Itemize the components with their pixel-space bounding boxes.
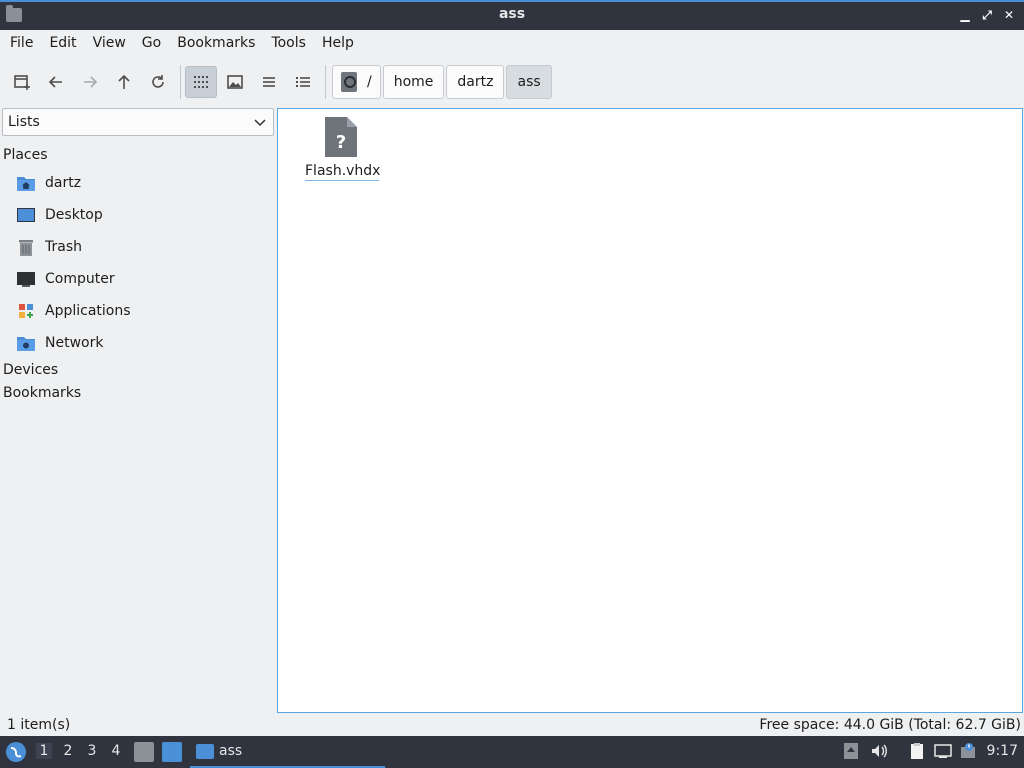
arrow-up-icon [118,74,130,89]
reload-button[interactable] [142,66,174,98]
show-desktop-icon[interactable] [162,742,182,762]
menu-view[interactable]: View [85,35,134,51]
sidebar-item-label: dartz [45,175,82,191]
applications-icon [16,301,36,321]
free-space: Free space: 44.0 GiB (Total: 62.7 GiB) [759,717,1021,733]
desktop-switch-3[interactable]: 3 [84,743,100,759]
bookmarks-header[interactable]: Bookmarks [3,385,81,401]
sidebar: Lists Places dartz Desktop Trash Compute… [0,108,276,712]
crumb-root[interactable]: / [332,65,381,99]
sidebar-item-label: Desktop [45,207,103,223]
menu-file[interactable]: File [2,35,41,51]
desktop-switch-4[interactable]: 4 [108,743,124,759]
icon-view-button[interactable] [185,66,217,98]
eject-icon[interactable] [842,742,860,760]
menu-bookmarks[interactable]: Bookmarks [169,35,263,51]
crumb-home[interactable]: home [382,65,445,99]
image-icon [227,75,243,89]
folder-icon [196,743,214,759]
window-titlebar[interactable]: ass ▁ ⤢ ✕ [0,0,1024,30]
item-count: 1 item(s) [7,717,71,733]
minimize-button[interactable]: ▁ [956,6,974,24]
compact-view-button[interactable] [253,66,285,98]
maximize-button[interactable]: ⤢ [978,6,996,24]
desktop-switch-1[interactable]: 1 [36,743,52,759]
sidebar-item-label: Computer [45,271,115,287]
file-manager-launcher-icon[interactable] [134,742,154,762]
crumb-root-label: / [367,74,372,90]
up-button[interactable] [108,66,140,98]
detail-list-icon [296,77,310,87]
toolbar: / home dartz ass [0,58,1024,106]
start-menu-icon[interactable] [5,741,27,763]
clock[interactable]: 9:17 [987,743,1018,759]
taskbar-window-button[interactable]: ass [190,736,385,768]
sidebar-item-applications[interactable]: Applications [16,298,131,324]
thumbnail-view-button[interactable] [219,66,251,98]
desktop-switch-2[interactable]: 2 [60,743,76,759]
menu-tools[interactable]: Tools [263,35,314,51]
menu-go[interactable]: Go [134,35,169,51]
places-header[interactable]: Places [3,147,48,163]
taskbar-window-label: ass [219,743,243,759]
toolbar-separator [325,65,326,99]
back-button[interactable] [40,66,72,98]
statusbar: 1 item(s) Free space: 44.0 GiB (Total: 6… [0,714,1024,736]
crumb-ass[interactable]: ass [506,65,552,99]
clipboard-icon[interactable] [908,742,926,760]
sidebar-item-label: Applications [45,303,131,319]
sidebar-item-label: Trash [45,239,82,255]
chevron-down-icon [254,119,266,127]
file-view[interactable]: ? Flash.vhdx [277,108,1023,713]
desktop-icon [16,205,36,225]
detail-view-button[interactable] [287,66,319,98]
drive-icon [341,72,357,92]
close-button[interactable]: ✕ [1000,6,1018,24]
sidebar-item-computer[interactable]: Computer [16,266,115,292]
volume-icon[interactable] [870,742,888,760]
menubar: File Edit View Go Bookmarks Tools Help [0,30,1024,56]
sidebar-item-dartz[interactable]: dartz [16,170,81,196]
new-tab-button[interactable] [6,66,38,98]
breadcrumb: / home dartz ass [332,65,552,99]
new-tab-icon [14,75,30,90]
sidebar-item-network[interactable]: Network [16,330,103,356]
crumb-dartz[interactable]: dartz [446,65,505,99]
menu-edit[interactable]: Edit [41,35,84,51]
side-pane-mode-select[interactable]: Lists [2,108,274,136]
arrow-right-icon [84,76,98,88]
reload-icon [152,75,164,88]
list-lines-icon [263,77,275,87]
window-title: ass [498,6,526,22]
network-icon[interactable] [934,742,952,760]
sidebar-item-label: Network [45,335,104,351]
trash-icon [16,237,36,257]
side-pane-mode-value: Lists [8,114,40,130]
devices-header[interactable]: Devices [3,362,58,378]
computer-icon [16,269,36,289]
arrow-left-icon [48,76,62,88]
file-name: Flash.vhdx [305,163,381,181]
svg-text:?: ? [336,132,346,153]
menu-help[interactable]: Help [314,35,362,51]
forward-button[interactable] [74,66,106,98]
toolbar-separator [180,65,181,99]
sidebar-item-trash[interactable]: Trash [16,234,82,260]
network-folder-icon [16,333,36,353]
unknown-file-icon: ? [325,117,357,157]
home-folder-icon [16,173,36,193]
notification-icon[interactable] [960,742,978,760]
sidebar-item-desktop[interactable]: Desktop [16,202,103,228]
taskbar: 1 2 3 4 ass 9:17 [0,736,1024,768]
grid-view-icon [194,76,208,88]
